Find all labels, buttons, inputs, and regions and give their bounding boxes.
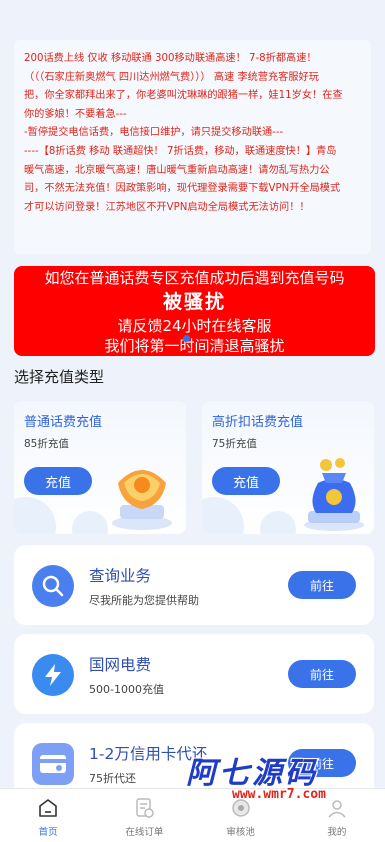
banner-line-1: 如您在普通话费专区充值成功后遇到充值号码	[44, 269, 345, 287]
notice-board: 200话费上线 仅收 移动联通 300移动联通高速！ 7-8折都高速！ （（（石…	[14, 40, 371, 254]
decor-bubble	[260, 511, 296, 534]
order-icon	[136, 798, 155, 818]
tab-label: 我的	[327, 827, 347, 838]
section-title: 选择充值类型	[14, 368, 105, 386]
carousel-dot[interactable]	[183, 335, 190, 342]
notice-line: ----【8折话费 移动 联通超快！ 7折话费，移动，联通速度快！】青岛	[24, 145, 337, 157]
notice-line: 司，不然无法充值！因政策影响，现代理登录需要下载VPN开全局模式	[24, 183, 341, 195]
service-desc: 75折代还	[89, 772, 136, 785]
banner-line-2: 被骚扰	[162, 291, 226, 313]
go-button[interactable]: 前往	[288, 660, 356, 688]
service-name: 查询业务	[89, 567, 152, 585]
notice-line: （（（石家庄新奥燃气 四川达州燃气费））） 高速 李统营充客服好玩	[24, 71, 319, 83]
phone-bill-illustration-icon	[112, 470, 172, 530]
card-title: 高折扣话费充值	[212, 415, 304, 430]
tab-label: 首页	[38, 827, 58, 838]
watermark-text: 阿七源码	[186, 756, 318, 791]
recharge-button[interactable]: 充值	[212, 467, 280, 495]
decor-bubble	[202, 497, 244, 534]
notice-line: 200话费上线 仅收 移动联通 300移动联通高速！ 7-8折都高速！	[24, 53, 317, 64]
notice-line: 你的爹娘！不要着急---	[24, 108, 127, 120]
card-title: 普通话费充值	[24, 415, 103, 430]
search-icon	[32, 565, 74, 607]
service-electricity[interactable]: 国网电费 500-1000充值 前往	[14, 634, 374, 714]
watermark: 阿七源码 www.wmr7.com	[186, 748, 356, 808]
notice-line: 才可以访问登录！江苏地区不开VPN启动全局模式无法访问！！	[24, 201, 310, 213]
banner-line-3: 请反馈24小时在线客服	[117, 317, 272, 335]
recharge-card-normal[interactable]: 普通话费充值 85折充值 充值	[14, 401, 186, 534]
service-query[interactable]: 查询业务 尽我所能为您提供帮助 前往	[14, 545, 374, 625]
service-name: 国网电费	[89, 656, 152, 674]
service-desc: 尽我所能为您提供帮助	[89, 594, 199, 607]
decor-bubble	[14, 497, 56, 534]
notice-line: 把，你全家都拜出来了，你老婆叫沈琳琳的跟猪一样，娃11岁女！在查	[24, 90, 343, 102]
service-desc: 500-1000充值	[89, 683, 164, 696]
watermark-url: www.wmr7.com	[232, 787, 326, 802]
card-subtitle: 85折充值	[24, 438, 69, 450]
recharge-card-discount[interactable]: 高折扣话费充值 75折充值 充值	[202, 401, 374, 534]
harassment-banner[interactable]: 如您在普通话费专区充值成功后遇到充值号码 被骚扰 请反馈24小时在线客服 我们将…	[14, 266, 375, 356]
money-bag-illustration-icon	[304, 458, 364, 531]
notice-line: -暂停提交电信话费，电信接口维护，请只提交移动联通---	[24, 127, 284, 139]
lightning-icon	[32, 654, 74, 696]
card-subtitle: 75折充值	[212, 438, 257, 450]
banner-line-4: 我们将第一时间清退高骚扰	[104, 337, 285, 355]
notice-line: 暖气高速，北京暖气高速！唐山暖气重新启动高速！请勿乱写热力公	[24, 164, 330, 176]
go-button[interactable]: 前往	[288, 571, 356, 599]
tab-home[interactable]: 首页	[0, 789, 96, 842]
tab-label: 在线订单	[125, 827, 164, 838]
tab-orders[interactable]: 在线订单	[96, 789, 192, 842]
home-icon	[39, 799, 57, 817]
recharge-button[interactable]: 充值	[24, 467, 92, 495]
tab-label: 审核池	[226, 827, 255, 838]
credit-card-icon	[32, 743, 74, 785]
